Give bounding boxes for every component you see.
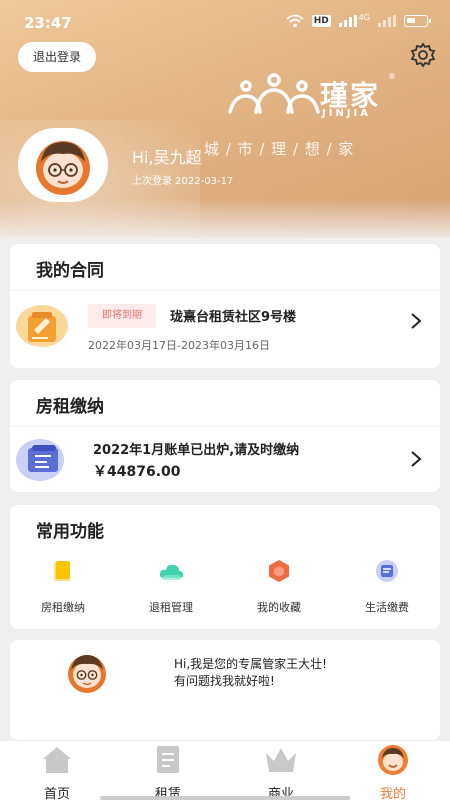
function-checkout-management[interactable]: 退租管理 <box>126 559 216 615</box>
divider <box>10 426 440 427</box>
profile-icon <box>378 745 408 775</box>
status-time: 23:47 <box>24 14 72 32</box>
rent-payment-icon <box>54 561 70 581</box>
settings-gear-icon[interactable] <box>410 42 436 68</box>
bill-scroll-icon <box>16 439 64 481</box>
functions-section-title: 常用功能 <box>36 522 104 542</box>
function-my-favorites[interactable]: 我的收藏 <box>234 559 324 615</box>
cartoon-avatar-icon <box>36 141 90 195</box>
net-type: 4G <box>358 12 370 22</box>
user-greeting: Hi,吴九超 <box>132 148 202 167</box>
rent-payment-card[interactable]: 房租缴纳 2022年1月账单已出炉,请及时缴纳 ￥44876.00 <box>10 380 440 492</box>
tab-business[interactable]: 商业 <box>241 743 321 800</box>
chevron-right-icon[interactable] <box>410 312 422 330</box>
contract-section-title: 我的合同 <box>36 261 104 281</box>
contract-period: 2022年03月17日-2023年03月16日 <box>88 339 270 352</box>
profile-header: 23:47 HD 4G 退出登录 瑾家 JINJIA ® 城 / 市 / 理 /… <box>0 0 450 238</box>
signal-icon <box>338 15 357 27</box>
function-utility-payment[interactable]: 生活缴费 <box>342 559 432 615</box>
bill-notice: 2022年1月账单已出炉,请及时缴纳 <box>93 443 300 458</box>
tab-rental[interactable]: 租赁 <box>128 743 208 800</box>
chevron-right-icon[interactable] <box>410 450 422 468</box>
steward-message: Hi,我是您的专属管家王大壮! 有问题找我就好啦! <box>174 656 327 690</box>
contract-card[interactable]: 我的合同 即将到期 珑熹台租赁社区9号楼 2022年03月17日-2023年03… <box>10 244 440 368</box>
crown-icon <box>266 748 296 772</box>
tab-home[interactable]: 首页 <box>17 743 97 800</box>
tab-label: 首页 <box>43 787 70 800</box>
function-label: 生活缴费 <box>365 601 409 614</box>
tab-mine[interactable]: 我的 <box>353 743 433 800</box>
function-label: 退租管理 <box>149 601 193 614</box>
status-icons: HD 4G <box>286 12 431 28</box>
cloud-icon <box>159 564 183 580</box>
slogan: 城 / 市 / 理 / 想 / 家 <box>204 140 355 158</box>
home-icon <box>43 747 71 773</box>
home-indicator <box>100 796 350 800</box>
contract-property-name: 珑熹台租赁社区9号楼 <box>170 310 297 325</box>
function-rent-payment[interactable]: 房租缴纳 <box>18 559 108 615</box>
logo-text-en: JINJIA <box>322 108 371 119</box>
expiring-soon-badge: 即将到期 <box>88 304 156 328</box>
user-avatar[interactable] <box>18 128 108 202</box>
battery-icon <box>404 15 431 27</box>
rent-section-title: 房租缴纳 <box>36 397 104 417</box>
tab-label: 我的 <box>379 787 406 800</box>
contract-icon <box>16 305 68 347</box>
steward-message-line-1: Hi,我是您的专属管家王大壮! <box>174 657 327 671</box>
bill-amount: ￥44876.00 <box>93 464 181 480</box>
status-bar: 23:47 HD 4G <box>0 0 450 44</box>
logout-button[interactable]: 退出登录 <box>18 42 96 72</box>
bottom-tab-bar: 首页 租赁 商业 我的 <box>0 740 450 800</box>
divider <box>10 290 440 291</box>
steward-message-line-2: 有问题找我就好啦! <box>174 674 275 688</box>
logo-registered-mark: ® <box>388 72 396 81</box>
book-icon <box>157 746 179 773</box>
bill-icon <box>376 560 398 582</box>
function-label: 我的收藏 <box>257 601 301 614</box>
wifi-icon <box>286 14 304 28</box>
steward-avatar-icon <box>68 655 106 693</box>
steward-card[interactable]: Hi,我是您的专属管家王大壮! 有问题找我就好啦! <box>10 640 440 740</box>
hexagon-icon <box>269 560 289 582</box>
logo-mark-icon <box>228 73 320 114</box>
common-functions-card: 常用功能 房租缴纳 退租管理 我的收藏 生活缴费 <box>10 505 440 629</box>
signal-icon-2 <box>378 15 396 27</box>
jinjia-logo: 瑾家 JINJIA ® <box>226 72 396 122</box>
hd-badge: HD <box>311 15 331 27</box>
last-login-date: 上次登录 2022-03-17 <box>132 176 234 187</box>
function-label: 房租缴纳 <box>41 601 85 614</box>
